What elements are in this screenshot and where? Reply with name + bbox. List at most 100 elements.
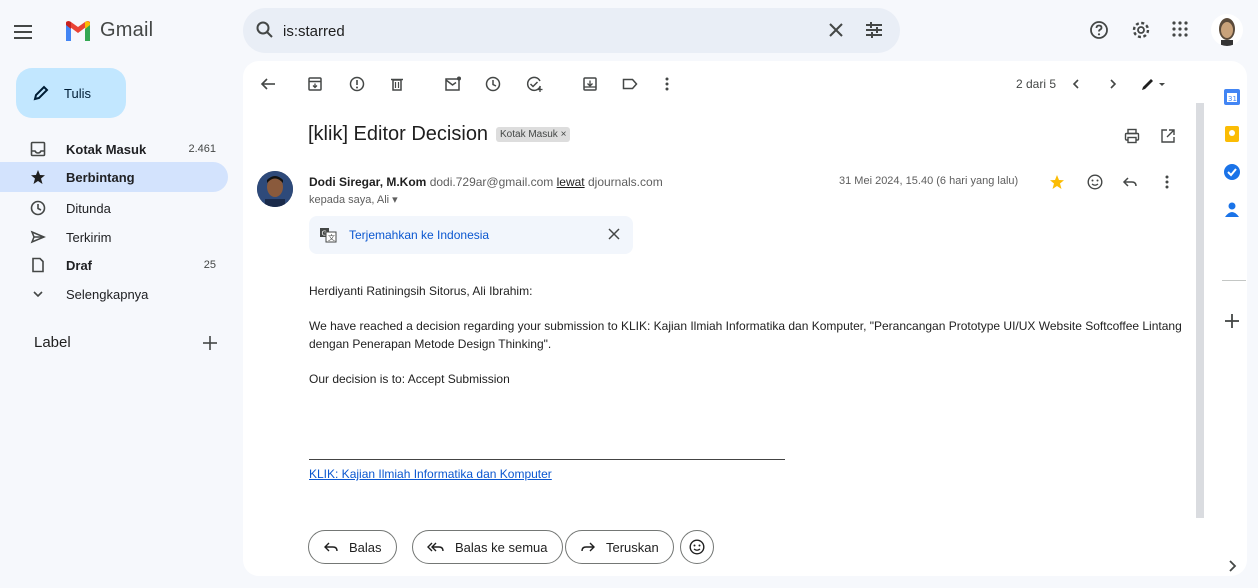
nav-label: Berbintang: [66, 169, 135, 185]
nav-count: 2.461: [188, 143, 216, 155]
settings-gear-icon[interactable]: [1131, 20, 1151, 40]
clear-search-icon[interactable]: [827, 21, 845, 39]
gmail-logo[interactable]: Gmail: [64, 19, 153, 42]
journal-link[interactable]: KLIK: Kajian Ilmiah Informatika dan Komp…: [309, 467, 552, 481]
nav-item-sent[interactable]: Terkirim: [16, 222, 228, 252]
nav-label: Terkirim: [66, 229, 112, 245]
clock-icon: [28, 198, 48, 218]
user-avatar-icon: [1219, 18, 1235, 46]
search-icon[interactable]: [255, 20, 275, 40]
archive-icon[interactable]: [306, 75, 324, 93]
sender-name[interactable]: Dodi Siregar, M.Kom: [309, 175, 426, 189]
input-tools-pen-icon[interactable]: [1138, 75, 1168, 93]
email-decision: Our decision is to: Accept Submission: [309, 372, 510, 386]
signature-divider: [309, 459, 785, 460]
search-options-icon[interactable]: [864, 21, 884, 39]
star-icon: [28, 167, 48, 187]
help-icon[interactable]: [1089, 20, 1109, 40]
forward-label: Teruskan: [606, 539, 659, 555]
emoji-react-icon[interactable]: [1086, 173, 1104, 191]
contacts-app-icon[interactable]: [1222, 199, 1242, 219]
email-paragraph: We have reached a decision regarding you…: [309, 319, 1182, 351]
email-greeting: Herdiyanti Ratiningsih Sitorus, Ali Ibra…: [309, 284, 533, 298]
snooze-clock-icon[interactable]: [484, 75, 502, 93]
reply-all-label: Balas ke semua: [455, 539, 548, 555]
keep-app-icon[interactable]: [1222, 124, 1242, 144]
reply-label: Balas: [349, 539, 382, 555]
more-vert-icon[interactable]: [658, 75, 676, 93]
calendar-app-icon[interactable]: 31: [1222, 87, 1242, 107]
forward-icon: [581, 542, 595, 552]
forward-button[interactable]: Teruskan: [565, 530, 674, 564]
pencil-icon: [33, 85, 49, 101]
sender-avatar[interactable]: [257, 171, 293, 207]
sender-email: dodi.729ar@gmail.com: [429, 175, 554, 189]
back-arrow-icon[interactable]: [259, 75, 277, 93]
close-icon[interactable]: [607, 227, 621, 241]
tasks-app-icon[interactable]: [1222, 162, 1242, 182]
delete-trash-icon[interactable]: [388, 75, 406, 93]
reply-arrow-icon[interactable]: [1121, 173, 1139, 191]
move-to-icon[interactable]: [581, 75, 599, 93]
chevron-right-icon[interactable]: [1105, 75, 1121, 93]
gmail-m-icon: [66, 20, 90, 41]
main-menu-button[interactable]: [10, 18, 38, 46]
rail-divider: [1222, 280, 1246, 281]
reply-all-button[interactable]: Balas ke semua: [412, 530, 563, 564]
search-bar[interactable]: [243, 8, 900, 53]
add-addon-plus-icon[interactable]: [1222, 311, 1242, 331]
email-view-panel: 2 dari 5 [klik] Editor Decision Kotak Ma…: [243, 61, 1247, 576]
apps-grid-icon[interactable]: [1171, 20, 1189, 38]
report-spam-icon[interactable]: [348, 75, 366, 93]
add-label-icon[interactable]: [200, 333, 220, 353]
nav-item-inbox[interactable]: Kotak Masuk 2.461: [16, 134, 228, 164]
open-new-window-icon[interactable]: [1159, 127, 1177, 145]
account-avatar[interactable]: [1211, 14, 1243, 46]
message-more-vert-icon[interactable]: [1158, 173, 1176, 191]
chevron-left-icon[interactable]: [1068, 75, 1084, 93]
reply-icon: [324, 542, 338, 552]
labels-header: Label: [34, 334, 71, 351]
nav-label: Kotak Masuk: [66, 141, 147, 157]
add-task-icon[interactable]: [525, 75, 543, 93]
inbox-icon: [28, 139, 48, 159]
print-icon[interactable]: [1123, 127, 1141, 145]
nav-item-snoozed[interactable]: Ditunda: [16, 193, 228, 223]
starred-icon[interactable]: [1049, 174, 1065, 190]
nav-item-more[interactable]: Selengkapnya: [16, 279, 228, 309]
reply-button[interactable]: Balas: [308, 530, 397, 564]
nav-count: 25: [203, 259, 216, 271]
label-tag-icon[interactable]: [621, 75, 639, 93]
expand-panel-chevron-icon[interactable]: [1222, 556, 1242, 576]
nav-label: Selengkapnya: [66, 286, 149, 302]
emoji-icon: [689, 539, 705, 555]
emoji-reaction-button[interactable]: [680, 530, 714, 564]
compose-button[interactable]: Tulis: [16, 68, 126, 118]
sender-photo-icon: [257, 171, 293, 207]
sender-info: Dodi Siregar, M.Kom dodi.729ar@gmail.com…: [309, 175, 663, 189]
search-input[interactable]: [283, 20, 823, 42]
nav-label: Ditunda: [66, 200, 111, 216]
hamburger-icon: [14, 25, 32, 39]
nav-label: Draf: [66, 257, 93, 273]
reply-all-icon: [427, 542, 444, 552]
draft-file-icon: [28, 255, 48, 275]
translate-link[interactable]: Terjemahkan ke Indonesia: [349, 228, 489, 242]
email-subject: [klik] Editor Decision: [308, 123, 489, 145]
translate-icon: G文: [320, 228, 337, 243]
svg-text:文: 文: [328, 233, 335, 242]
scrollbar-thumb[interactable]: [1196, 103, 1204, 518]
send-icon: [28, 227, 48, 247]
email-date: 31 Mei 2024, 15.40 (6 hari yang lalu): [839, 175, 1019, 187]
inbox-label-chip[interactable]: Kotak Masuk ×: [496, 127, 571, 142]
nav-item-drafts[interactable]: Draf 25: [16, 250, 228, 280]
nav-item-starred[interactable]: Berbintang: [0, 162, 228, 192]
via-domain: djournals.com: [587, 175, 663, 189]
app-name: Gmail: [100, 19, 154, 41]
svg-text:31: 31: [1228, 95, 1237, 103]
mark-unread-icon[interactable]: [444, 75, 462, 93]
recipients-dropdown[interactable]: kepada saya, Ali ▾: [309, 193, 398, 206]
via-link[interactable]: lewat: [557, 175, 585, 189]
translate-bar: G文 Terjemahkan ke Indonesia: [309, 216, 633, 254]
compose-label: Tulis: [64, 85, 91, 101]
